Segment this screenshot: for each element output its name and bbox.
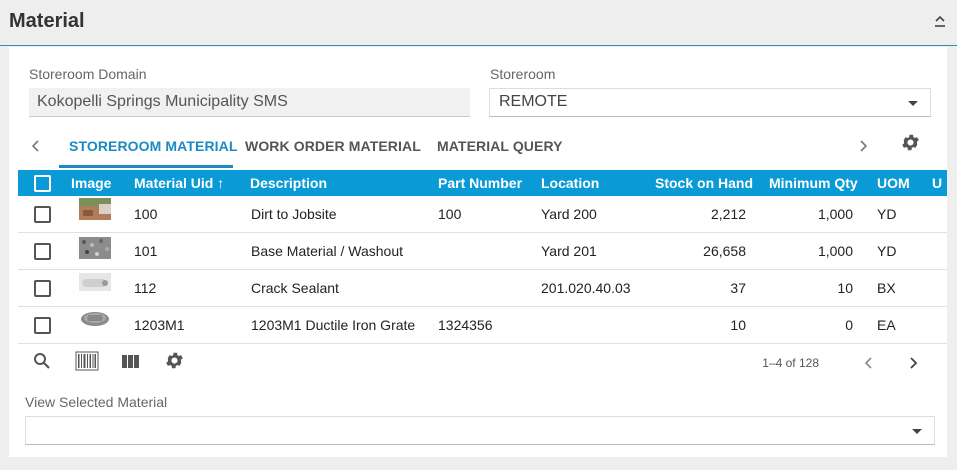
table-header: Image Material Uid ↑ Description Part Nu…: [18, 170, 947, 196]
tab-scroll-right-icon[interactable]: [858, 139, 868, 153]
uom: YD: [877, 206, 897, 222]
material-uid: 101: [134, 243, 158, 259]
gear-icon[interactable]: [900, 132, 921, 153]
table-row[interactable]: 100 Dirt to Jobsite 100 Yard 200 2,212 1…: [18, 196, 947, 233]
storeroom-domain-field: Kokopelli Springs Municipality SMS: [29, 88, 470, 117]
row-checkbox[interactable]: [34, 280, 51, 297]
columns-icon[interactable]: [121, 354, 140, 369]
table-row[interactable]: 1203M1 1203M1 Ductile Iron Grate 1324356…: [18, 307, 947, 344]
active-tab-indicator: [59, 165, 233, 168]
table-row[interactable]: 112 Crack Sealant 201.020.40.03 37 10 BX: [18, 270, 947, 307]
stock-on-hand: 37: [730, 280, 746, 296]
table-settings-icon[interactable]: [164, 350, 185, 371]
location: Yard 201: [541, 243, 597, 259]
view-selected-select[interactable]: [25, 416, 935, 445]
row-checkbox[interactable]: [34, 317, 51, 334]
table-row[interactable]: 101 Base Material / Washout Yard 201 26,…: [18, 233, 947, 270]
material-description: Crack Sealant: [251, 280, 339, 296]
storeroom-select[interactable]: REMOTE: [489, 88, 931, 117]
minimum-qty: 1,000: [817, 206, 853, 222]
table-footer: 1–4 of 128: [9, 344, 947, 380]
view-selected-label: View Selected Material: [25, 394, 168, 410]
row-checkbox[interactable]: [34, 243, 51, 260]
material-uid: 1203M1: [134, 317, 185, 333]
part-number: 100: [438, 206, 462, 222]
material-description: Base Material / Washout: [251, 243, 403, 259]
material-thumbnail[interactable]: [79, 237, 111, 259]
material-description: Dirt to Jobsite: [251, 206, 337, 222]
column-description[interactable]: Description: [250, 175, 327, 191]
row-checkbox[interactable]: [34, 206, 51, 223]
part-number: 1324356: [438, 317, 493, 333]
section-title: Material: [9, 10, 85, 32]
column-material-uid[interactable]: Material Uid ↑: [134, 175, 224, 191]
location: 201.020.40.03: [541, 280, 631, 296]
minimum-qty: 1,000: [817, 243, 853, 259]
tab-work-order-material[interactable]: WORK ORDER MATERIAL: [245, 138, 421, 154]
previous-page-icon[interactable]: [864, 356, 874, 370]
tab-bar: STOREROOM MATERIAL WORK ORDER MATERIAL M…: [9, 125, 947, 169]
uom: EA: [877, 317, 896, 333]
column-minimum-qty[interactable]: Minimum Qty: [769, 175, 858, 191]
storeroom-select-value: REMOTE: [499, 93, 568, 110]
stock-on-hand: 10: [730, 317, 746, 333]
storeroom-label: Storeroom: [490, 66, 556, 82]
tab-scroll-left-icon[interactable]: [31, 139, 41, 153]
uom: YD: [877, 243, 897, 259]
storeroom-domain-label: Storeroom Domain: [29, 66, 147, 82]
uom: BX: [877, 280, 896, 296]
material-thumbnail[interactable]: [79, 198, 111, 220]
material-card: Storeroom Domain Kokopelli Springs Munic…: [9, 47, 947, 457]
material-thumbnail[interactable]: [79, 273, 111, 291]
material-thumbnail[interactable]: [79, 310, 111, 330]
column-part-number[interactable]: Part Number: [438, 175, 522, 191]
minimum-qty: 0: [845, 317, 853, 333]
collapse-icon[interactable]: [933, 14, 947, 30]
next-page-icon[interactable]: [908, 356, 918, 370]
material-uid: 100: [134, 206, 158, 222]
column-overflow[interactable]: U: [932, 175, 942, 191]
search-icon[interactable]: [33, 352, 51, 370]
caret-down-icon: [908, 101, 918, 106]
column-stock-on-hand[interactable]: Stock on Hand: [655, 175, 753, 191]
material-description: 1203M1 Ductile Iron Grate: [251, 317, 416, 333]
barcode-icon[interactable]: [75, 351, 99, 371]
tab-storeroom-material[interactable]: STOREROOM MATERIAL: [69, 138, 238, 154]
location: Yard 200: [541, 206, 597, 222]
select-all-checkbox[interactable]: [34, 175, 51, 192]
pagination-range: 1–4 of 128: [762, 356, 819, 370]
material-uid: 112: [134, 280, 157, 296]
caret-down-icon: [912, 429, 922, 434]
column-uom[interactable]: UOM: [877, 175, 910, 191]
stock-on-hand: 26,658: [703, 243, 746, 259]
minimum-qty: 10: [837, 280, 853, 296]
column-location[interactable]: Location: [541, 175, 599, 191]
tab-material-query[interactable]: MATERIAL QUERY: [437, 138, 563, 154]
section-header: Material: [0, 0, 957, 46]
column-image[interactable]: Image: [71, 175, 111, 191]
stock-on-hand: 2,212: [710, 206, 746, 222]
